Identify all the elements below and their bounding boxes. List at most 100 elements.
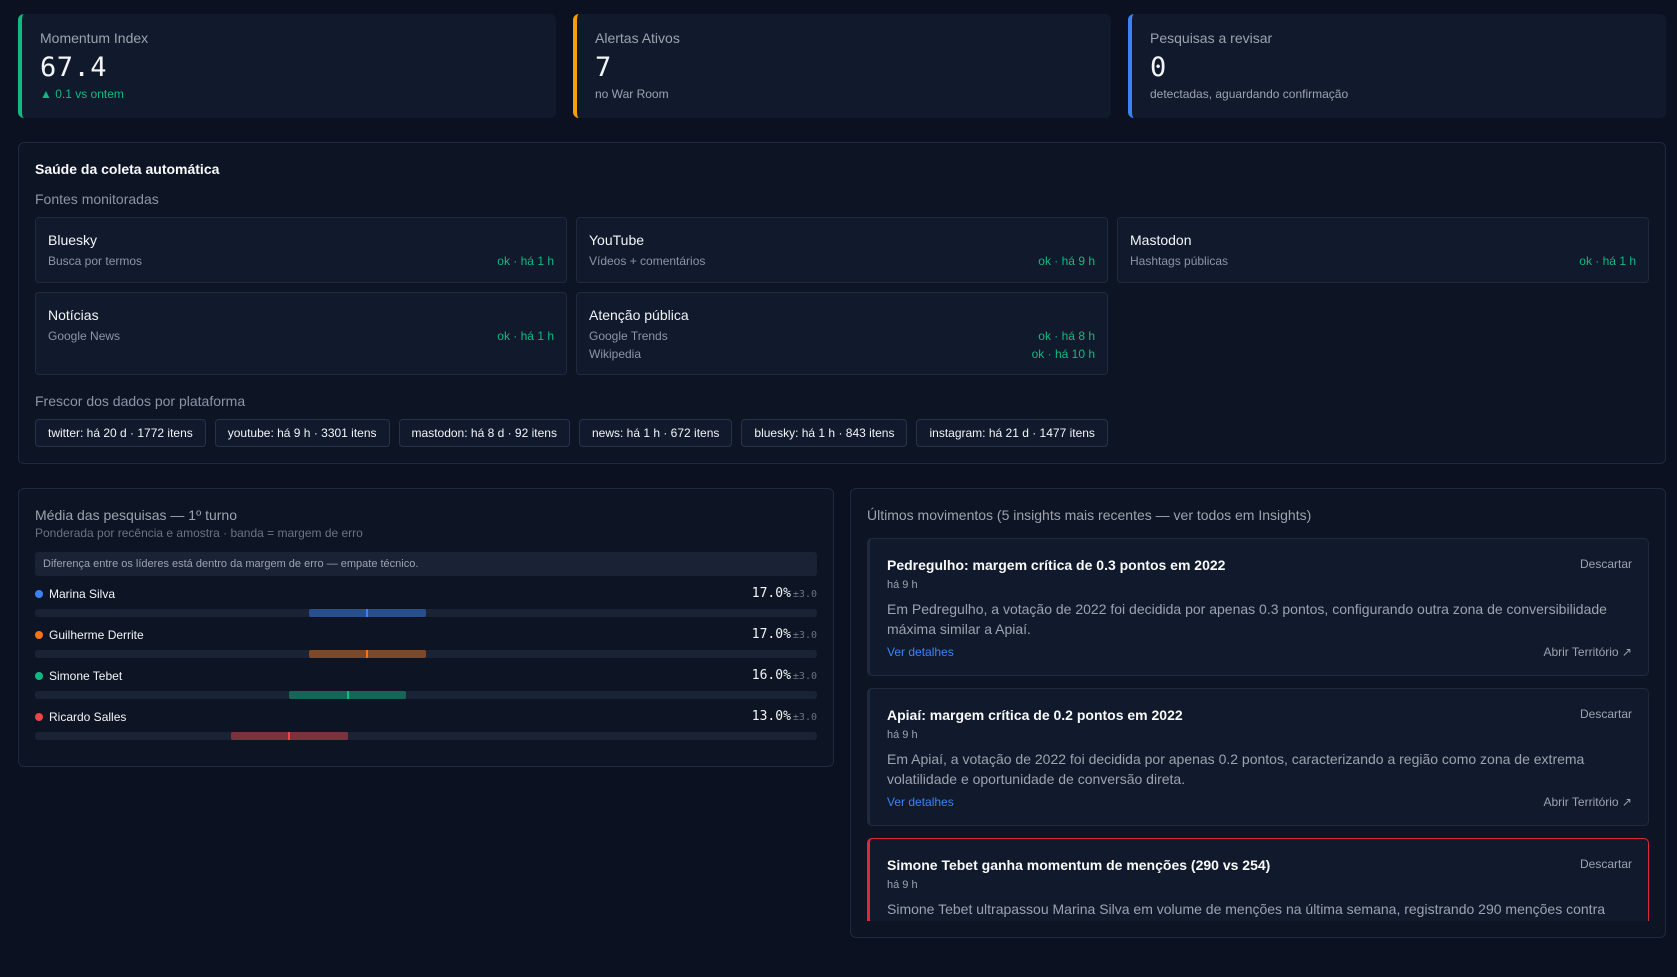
candidate-moe: ±3.0 (792, 630, 817, 641)
collection-health-panel: Saúde da coleta automática Fontes monito… (18, 142, 1666, 464)
freshness-chips: twitter: há 20 d · 1772 itens youtube: h… (35, 419, 1649, 447)
dismiss-button[interactable]: Descartar (1580, 707, 1632, 723)
value-marker (366, 650, 369, 658)
candidate-color-dot (35, 712, 43, 721)
source-card-atencao-publica[interactable]: Atenção pública Google Trends ok · há 8 h… (576, 292, 1108, 375)
polls-average-panel: Média das pesquisas — 1º turno Ponderada… (18, 488, 834, 767)
kpi-polls-to-review: Pesquisas a revisar 0 detectadas, aguard… (1128, 14, 1666, 118)
source-status: ok · há 9 h (1038, 254, 1095, 268)
candidate-track (35, 732, 817, 740)
kpi-momentum-index: Momentum Index 67.4 ▲ 0.1 vs ontem (18, 14, 556, 118)
tie-notice: Diferença entre os líderes está dentro d… (35, 552, 817, 576)
source-desc: Vídeos + comentários (589, 254, 706, 268)
source-desc: Google Trends (589, 329, 668, 343)
kpi-value: 7 (595, 52, 612, 83)
candidate-row: Simone Tebet 16.0% ±3.0 (35, 668, 817, 699)
source-name: Notícias (48, 307, 99, 323)
dismiss-button[interactable]: Descartar (1580, 557, 1632, 573)
insight-card: Pedregulho: margem crítica de 0.3 pontos… (867, 538, 1649, 676)
candidate-color-dot (35, 671, 43, 680)
freshness-chip-twitter: twitter: há 20 d · 1772 itens (35, 419, 206, 447)
candidate-name: Ricardo Salles (49, 709, 127, 724)
value-marker (346, 691, 349, 699)
value-marker (366, 609, 369, 617)
source-card-noticias[interactable]: Notícias Google News ok · há 1 h (35, 292, 567, 375)
open-territory-link[interactable]: Abrir Território ↗ (1543, 645, 1632, 659)
freshness-chip-news: news: há 1 h · 672 itens (578, 419, 733, 447)
candidate-moe: ±3.0 (792, 712, 817, 723)
insight-time: há 9 h (887, 579, 918, 591)
candidate-value: 13.0% (751, 709, 791, 724)
insight-title: Simone Tebet ganha momentum de menções (… (887, 857, 1271, 873)
kpi-label: Momentum Index (40, 30, 149, 46)
freshness-chip-instagram: instagram: há 21 d · 1477 itens (916, 419, 1108, 447)
candidate-color-dot (35, 630, 43, 639)
candidate-moe: ±3.0 (792, 671, 817, 682)
sources-grid: Bluesky Busca por termos ok · há 1 h YouT… (35, 217, 1649, 375)
freshness-heading: Frescor dos dados por plataforma (35, 393, 246, 409)
panel-subtitle: Ponderada por recência e amostra · banda… (35, 526, 363, 540)
source-card-bluesky[interactable]: Bluesky Busca por termos ok · há 1 h (35, 217, 567, 283)
insight-time: há 9 h (887, 879, 918, 891)
source-desc: Hashtags públicas (1130, 254, 1229, 268)
candidate-name: Simone Tebet (49, 668, 123, 683)
sources-heading: Fontes monitoradas (35, 191, 159, 207)
panel-title: Média das pesquisas — 1º turno (35, 507, 238, 523)
candidate-name: Marina Silva (49, 586, 116, 601)
latest-insights-panel: Últimos movimentos (5 insights mais rece… (850, 488, 1666, 938)
insight-card-alert: Simone Tebet ganha momentum de menções (… (867, 838, 1649, 921)
candidate-name: Guilherme Derrite (49, 627, 144, 642)
source-card-mastodon[interactable]: Mastodon Hashtags públicas ok · há 1 h (1117, 217, 1649, 283)
source-name: Mastodon (1130, 232, 1192, 248)
source-name: Atenção pública (589, 307, 689, 323)
insights-list: Pedregulho: margem crítica de 0.3 pontos… (867, 538, 1649, 921)
candidate-row: Ricardo Salles 13.0% ±3.0 (35, 709, 817, 740)
view-details-link[interactable]: Ver detalhes (887, 795, 954, 809)
open-territory-link[interactable]: Abrir Território ↗ (1543, 795, 1632, 809)
candidate-track (35, 691, 817, 699)
source-status: ok · há 1 h (497, 254, 554, 268)
source-desc: Busca por termos (48, 254, 143, 268)
candidate-moe: ±3.0 (792, 589, 817, 600)
freshness-chip-mastodon: mastodon: há 8 d · 92 itens (398, 419, 570, 447)
source-status: ok · há 1 h (497, 329, 554, 343)
insight-title: Apiaí: margem crítica de 0.2 pontos em 2… (887, 707, 1183, 723)
panel-title: Saúde da coleta automática (35, 161, 220, 177)
source-name: Bluesky (48, 232, 98, 248)
kpi-delta: ▲ 0.1 vs ontem (40, 87, 124, 101)
candidate-row: Marina Silva 17.0% ±3.0 (35, 586, 817, 617)
kpi-row: Momentum Index 67.4 ▲ 0.1 vs ontem Alert… (18, 14, 1666, 118)
insight-card: Apiaí: margem crítica de 0.2 pontos em 2… (867, 688, 1649, 826)
insight-body: Em Apiaí, a votação de 2022 foi decidida… (887, 751, 1585, 787)
value-marker (288, 732, 291, 740)
source-status: ok · há 8 h (1038, 329, 1095, 343)
kpi-value: 0 (1150, 52, 1167, 83)
candidate-value: 16.0% (751, 668, 791, 683)
kpi-sub: no War Room (595, 87, 669, 101)
source-card-youtube[interactable]: YouTube Vídeos + comentários ok · há 9 h (576, 217, 1108, 283)
source-desc: Wikipedia (589, 347, 642, 361)
kpi-value: 67.4 (40, 52, 108, 83)
candidate-track (35, 609, 817, 617)
source-status: ok · há 10 h (1031, 347, 1095, 361)
candidate-color-dot (35, 589, 43, 598)
insight-title: Pedregulho: margem crítica de 0.3 pontos… (887, 557, 1226, 573)
kpi-label: Pesquisas a revisar (1150, 30, 1273, 46)
dismiss-button[interactable]: Descartar (1580, 857, 1632, 873)
freshness-chip-bluesky: bluesky: há 1 h · 843 itens (741, 419, 908, 447)
panel-title: Últimos movimentos (5 insights mais rece… (867, 507, 1312, 523)
source-status: ok · há 1 h (1579, 254, 1636, 268)
insight-time: há 9 h (887, 729, 918, 741)
insight-body: Simone Tebet ultrapassou Marina Silva em… (887, 901, 1606, 917)
insight-body: Em Pedregulho, a votação de 2022 foi dec… (887, 601, 1607, 637)
kpi-sub: detectadas, aguardando confirmação (1150, 87, 1349, 101)
candidate-track (35, 650, 817, 658)
kpi-active-alerts: Alertas Ativos 7 no War Room (573, 14, 1111, 118)
candidate-value: 17.0% (751, 627, 791, 642)
freshness-chip-youtube: youtube: há 9 h · 3301 itens (214, 419, 390, 447)
source-desc: Google News (48, 329, 121, 343)
candidate-value: 17.0% (751, 586, 791, 601)
source-name: YouTube (589, 232, 645, 248)
kpi-label: Alertas Ativos (595, 30, 680, 46)
view-details-link[interactable]: Ver detalhes (887, 645, 954, 659)
